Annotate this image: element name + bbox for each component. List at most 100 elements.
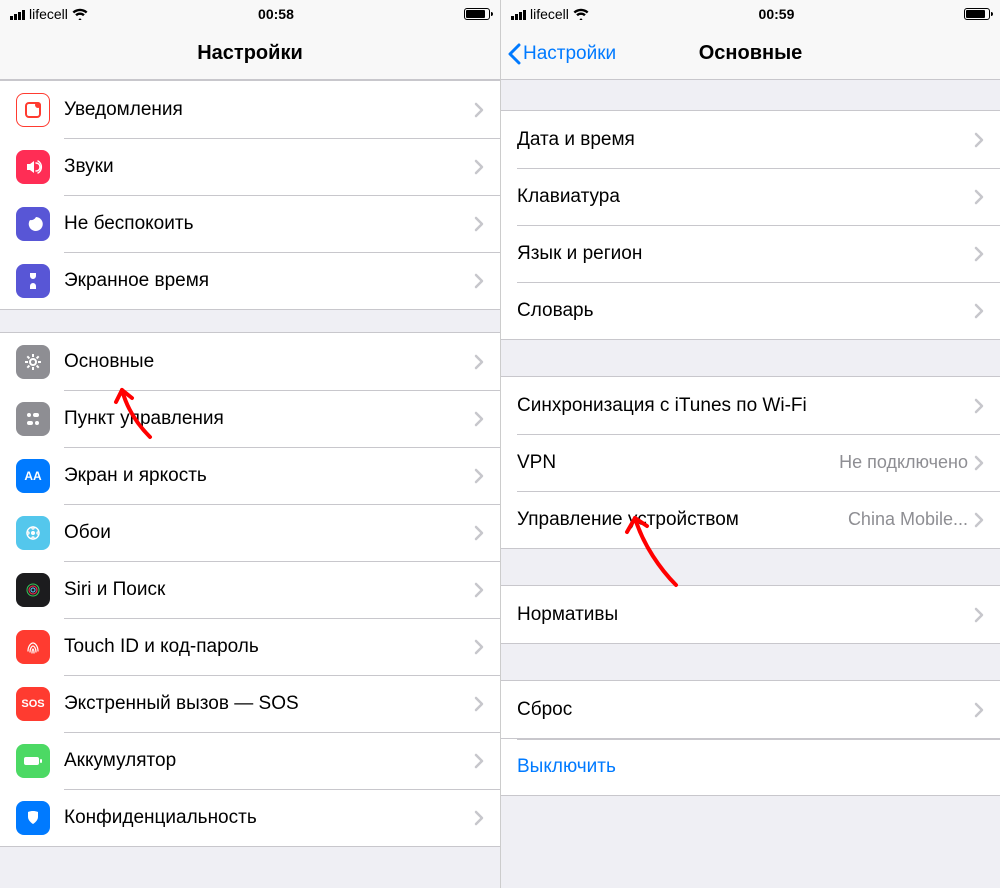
chevron-right-icon xyxy=(474,159,484,175)
row-sounds[interactable]: Звуки xyxy=(0,138,500,195)
general-group-3: Нормативы xyxy=(501,585,1000,644)
shutdown-label: Выключить xyxy=(517,756,616,778)
chevron-right-icon xyxy=(474,639,484,655)
chevron-right-icon xyxy=(474,354,484,370)
row-display[interactable]: AA Экран и яркость xyxy=(0,447,500,504)
wifi-icon xyxy=(72,8,88,20)
row-sos[interactable]: SOS Экстренный вызов — SOS xyxy=(0,675,500,732)
chevron-right-icon xyxy=(974,398,984,414)
row-label: Клавиатура xyxy=(517,186,974,208)
chevron-right-icon xyxy=(474,468,484,484)
chevron-right-icon xyxy=(474,216,484,232)
chevron-right-icon xyxy=(474,810,484,826)
chevron-right-icon xyxy=(474,273,484,289)
row-battery[interactable]: Аккумулятор xyxy=(0,732,500,789)
row-label: Аккумулятор xyxy=(64,750,474,772)
privacy-icon xyxy=(16,801,50,835)
row-dnd[interactable]: Не беспокоить xyxy=(0,195,500,252)
row-label: Touch ID и код-пароль xyxy=(64,636,474,658)
row-reset[interactable]: Сброс xyxy=(501,681,1000,738)
general-icon xyxy=(16,345,50,379)
row-label: Язык и регион xyxy=(517,243,974,265)
chevron-right-icon xyxy=(474,102,484,118)
status-bar: lifecell 00:59 xyxy=(501,0,1000,28)
row-label: Синхронизация с iTunes по Wi-Fi xyxy=(517,395,974,417)
row-label: Пункт управления xyxy=(64,408,474,430)
row-controlcenter[interactable]: Пункт управления xyxy=(0,390,500,447)
screentime-icon xyxy=(16,264,50,298)
row-notifications[interactable]: Уведомления xyxy=(0,81,500,138)
chevron-right-icon xyxy=(974,303,984,319)
row-label: VPN xyxy=(517,452,839,474)
row-privacy[interactable]: Конфиденциальность xyxy=(0,789,500,846)
chevron-right-icon xyxy=(974,132,984,148)
chevron-right-icon xyxy=(974,607,984,623)
row-label: Сброс xyxy=(517,699,974,721)
chevron-right-icon xyxy=(974,455,984,471)
carrier-label: lifecell xyxy=(530,6,569,22)
row-datetime[interactable]: Дата и время xyxy=(501,111,1000,168)
row-label: Уведомления xyxy=(64,99,474,121)
row-keyboard[interactable]: Клавиатура xyxy=(501,168,1000,225)
sos-icon: SOS xyxy=(16,687,50,721)
row-screentime[interactable]: Экранное время xyxy=(0,252,500,309)
chevron-right-icon xyxy=(474,582,484,598)
chevron-right-icon xyxy=(474,525,484,541)
touchid-icon xyxy=(16,630,50,664)
row-vpn[interactable]: VPN Не подключено xyxy=(501,434,1000,491)
row-value: China Mobile... xyxy=(848,509,968,530)
settings-screen: lifecell 00:58 Настройки Уведомления xyxy=(0,0,500,888)
chevron-right-icon xyxy=(974,702,984,718)
status-time: 00:58 xyxy=(258,6,294,22)
general-screen: lifecell 00:59 Настройки Основные Дата и… xyxy=(500,0,1000,888)
row-label: Дата и время xyxy=(517,129,974,151)
dnd-icon xyxy=(16,207,50,241)
row-label: Экран и яркость xyxy=(64,465,474,487)
row-label: Не беспокоить xyxy=(64,213,474,235)
chevron-right-icon xyxy=(974,512,984,528)
controlcenter-icon xyxy=(16,402,50,436)
row-regulatory[interactable]: Нормативы xyxy=(501,586,1000,643)
row-itunes-wifi[interactable]: Синхронизация с iTunes по Wi-Fi xyxy=(501,377,1000,434)
row-value: Не подключено xyxy=(839,452,968,473)
settings-group-2: Основные Пункт управления AA Экран и ярк… xyxy=(0,332,500,847)
row-dictionary[interactable]: Словарь xyxy=(501,282,1000,339)
row-label: Управление устройством xyxy=(517,509,739,531)
status-time: 00:59 xyxy=(759,6,795,22)
display-icon: AA xyxy=(16,459,50,493)
row-language[interactable]: Язык и регион xyxy=(501,225,1000,282)
nav-title: Основные xyxy=(699,42,803,65)
signal-icon xyxy=(10,9,25,20)
row-device-mgmt[interactable]: Управление устройством China Mobile... xyxy=(501,491,1000,548)
general-list[interactable]: Дата и время Клавиатура Язык и регион Сл… xyxy=(501,80,1000,888)
row-general[interactable]: Основные xyxy=(0,333,500,390)
battery-icon xyxy=(964,8,990,20)
chevron-right-icon xyxy=(474,753,484,769)
settings-list[interactable]: Уведомления Звуки Не беспокоить xyxy=(0,80,500,888)
back-button[interactable]: Настройки xyxy=(507,43,616,65)
back-label: Настройки xyxy=(523,43,616,65)
row-label: Siri и Поиск xyxy=(64,579,474,601)
row-label: Экстренный вызов — SOS xyxy=(64,693,474,715)
row-label: Основные xyxy=(64,351,474,373)
notifications-icon xyxy=(16,93,50,127)
sounds-icon xyxy=(16,150,50,184)
chevron-right-icon xyxy=(474,411,484,427)
row-label: Нормативы xyxy=(517,604,974,626)
chevron-right-icon xyxy=(474,696,484,712)
battery-row-icon xyxy=(16,744,50,778)
row-wallpaper[interactable]: Обои xyxy=(0,504,500,561)
settings-group-1: Уведомления Звуки Не беспокоить xyxy=(0,80,500,310)
row-label: Конфиденциальность xyxy=(64,807,474,829)
row-shutdown[interactable]: Выключить xyxy=(501,738,1000,795)
general-group-2: Синхронизация с iTunes по Wi-Fi VPN Не п… xyxy=(501,376,1000,549)
row-label: Словарь xyxy=(517,300,974,322)
row-touchid[interactable]: Touch ID и код-пароль xyxy=(0,618,500,675)
general-group-4: Сброс Выключить xyxy=(501,680,1000,796)
nav-bar: Настройки xyxy=(0,28,500,80)
carrier-label: lifecell xyxy=(29,6,68,22)
row-siri[interactable]: Siri и Поиск xyxy=(0,561,500,618)
row-label: Экранное время xyxy=(64,270,474,292)
row-label: Звуки xyxy=(64,156,474,178)
general-group-1: Дата и время Клавиатура Язык и регион Сл… xyxy=(501,110,1000,340)
